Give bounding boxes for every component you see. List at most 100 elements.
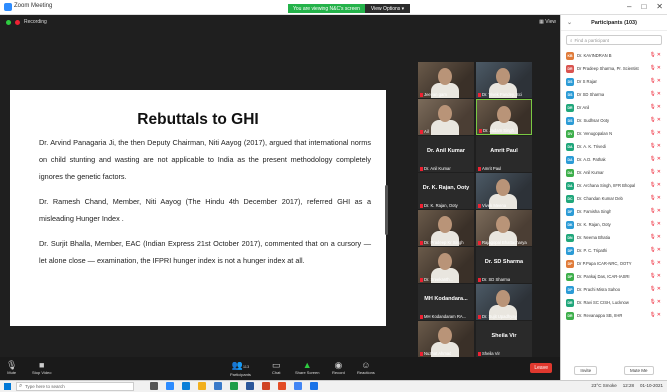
participant-row[interactable]: DP Dr. P. C. Tripathi 🎙✕ [561,244,667,257]
video-tile[interactable]: Dr. Anil Kumar Dr. Anil Kumar [418,136,474,172]
clock-time[interactable]: 12:28 [623,383,634,388]
muted-mic-icon [478,277,481,282]
chevron-down-icon[interactable]: ⌄ [567,19,572,26]
video-tile[interactable]: Ail [418,99,474,135]
participant-face [497,106,511,123]
video-tile[interactable]: Nuzhat Ahmad [418,321,474,357]
leave-button[interactable]: Leave [530,363,552,373]
participant-row[interactable]: DP Dr P.Papa ICAR-NRC, OOTY 🎙✕ [561,257,667,270]
video-tile[interactable]: Dr. Pradeep Kr Singh [418,210,474,246]
excel-icon[interactable] [230,382,238,390]
video-tile[interactable]: Vivek Meena [476,173,532,209]
video-tile[interactable]: Sheila Vir Sheila Vir [476,321,532,357]
participant-name: Dr. A.D. Pathak [577,157,606,162]
muted-status-icon: 🎙✕ [649,221,662,227]
participant-row[interactable]: DS Dr. Sudhsar Ooty 🎙✕ [561,114,667,127]
video-tile[interactable]: Dr. Sreekanth... [418,247,474,283]
stop-video-label: Stop Video [32,370,52,375]
video-tile[interactable]: Rajagopal Bhattacharya [476,210,532,246]
chat-button[interactable]: ▭ Chat [272,360,281,375]
participant-row[interactable]: DK Dr. K. Rajan, Ooty 🎙✕ [561,218,667,231]
participant-row[interactable]: DS Dr SD Sharma 🎙✕ [561,88,667,101]
windows-taskbar: Type here to search 23°C Smoke 12:28 01-… [0,380,667,392]
security-shield-icon[interactable] [6,19,11,25]
video-tile-display-name: Sheila Vir [491,333,517,339]
weather-status[interactable]: 23°C Smoke [591,383,616,388]
participant-face [496,216,510,233]
participant-row[interactable]: DA Dr. A.D. Pathak 🎙✕ [561,153,667,166]
participant-row[interactable]: DA Dr. Archana Singh, IIFR Bhopal 🎙✕ [561,179,667,192]
shared-content-scrollbar[interactable] [385,185,388,235]
clock-date[interactable]: 01-10-2021 [640,383,663,388]
video-tile[interactable]: Dr. K. Rajan, Ooty Dr. K. Rajan, Ooty [418,173,474,209]
reactions-button[interactable]: ☺ Reactions [357,360,375,375]
minimize-icon[interactable]: – [627,2,631,11]
search-icon: ⌕ [570,37,573,43]
participant-search-input[interactable]: ⌕ Find a participant [566,35,662,45]
video-tile[interactable]: Dr. Vivek Pandey, Sci [476,62,532,98]
store-icon[interactable] [214,382,222,390]
participant-row[interactable]: DS Dr S Rajan 🎙✕ [561,75,667,88]
muted-mic-icon [478,203,481,208]
powerpoint-icon[interactable] [262,382,270,390]
participant-row[interactable]: DP Dr. Prachi Misra Sahoo 🎙✕ [561,283,667,296]
close-icon[interactable]: ✕ [656,2,663,11]
participant-row[interactable]: DP Dr. Pankaj Das, ICAR-IASRI 🎙✕ [561,270,667,283]
maximize-icon[interactable]: □ [641,2,646,11]
invite-button[interactable]: Invite [574,366,598,375]
reactions-label: Reactions [357,370,375,375]
video-tile-caption: Amrit Paul [478,166,501,171]
video-tile[interactable]: Dr. Sujit Upadhyay [476,284,532,320]
video-tile[interactable]: Jeevan gam [418,62,474,98]
record-button[interactable]: ◉ Record [332,360,345,375]
participant-row[interactable]: DR Dr Pradeep Sharma, Pr. Scientist 🎙✕ [561,62,667,75]
share-screen-button[interactable]: ▲ Share Screen [295,360,319,375]
word-icon[interactable] [246,382,254,390]
participants-button[interactable]: 👥113 Participants [230,360,251,377]
pdf-reader-icon[interactable] [278,382,286,390]
mute-button[interactable]: 🎙 Mute [6,360,17,375]
video-tile-caption: Dr. Sujit Upadhyay [478,314,517,319]
participants-panel-footer: Invite Mute Me [561,366,667,375]
participant-name: Dr S Rajan [577,79,598,84]
video-tile[interactable]: MH Kodandara... MH Kodandaram RA... [418,284,474,320]
participant-face [438,253,452,270]
video-tile-caption: Dr. K. Rajan, Ooty [420,203,458,208]
participant-row[interactable]: DA Dr. A. K. Trivedi 🎙✕ [561,140,667,153]
muted-mic-icon [478,92,481,97]
edge-icon[interactable] [182,382,190,390]
record-label: Record [332,370,345,375]
muted-status-icon: 🎙✕ [649,130,662,136]
mute-me-button[interactable]: Mute Me [624,366,654,375]
task-view-icon[interactable] [150,382,158,390]
video-tile-display-name: Amrit Paul [490,148,518,154]
participant-row[interactable]: DA Dr. Anil Kumar 🎙✕ [561,166,667,179]
video-tile[interactable]: Amrit Paul Amrit Paul [476,136,532,172]
participant-row[interactable]: DN Dr. Neema Bhatia 🎙✕ [561,231,667,244]
participant-row[interactable]: DV Dr. Venugopalan N 🎙✕ [561,127,667,140]
system-tray: 23°C Smoke 12:28 01-10-2021 [591,383,663,388]
participant-row[interactable]: DF Dr. Famisha Singh 🎙✕ [561,205,667,218]
participant-row[interactable]: DR Dr. Ravi SC CISH, Lucknow 🎙✕ [561,296,667,309]
chrome-icon[interactable] [294,382,302,390]
view-options-button[interactable]: View Options ▾ [364,4,411,13]
participant-name: Dr. Ravi SC CISH, Lucknow [577,300,629,305]
video-tile[interactable]: Dr. Jadam Singh [476,99,532,135]
participant-row[interactable]: DR Dr. Revanappa SB, IIHR 🎙✕ [561,309,667,322]
avatar: DS [566,116,574,125]
video-tile[interactable]: Dr. SD Sharma Dr. SD Sharma [476,247,532,283]
participant-row[interactable]: KB Dr. KAVINDRAN B 🎙✕ [561,49,667,62]
avatar: DA [566,155,574,164]
outlook-icon[interactable] [310,382,318,390]
file-explorer-icon[interactable] [198,382,206,390]
participant-face [438,68,452,85]
participant-row[interactable]: DR Dr Anil 🎙✕ [561,101,667,114]
windows-start-icon[interactable] [4,383,11,390]
zoom-taskbar-icon[interactable] [166,382,174,390]
video-tile-caption-text: MH Kodandaram RA... [424,314,467,319]
participant-name: Dr. Venugopalan N [577,131,613,136]
stop-video-button[interactable]: ■ Stop Video [32,360,52,375]
view-button[interactable]: ▦ View [539,19,556,25]
taskbar-search-input[interactable]: Type here to search [16,382,134,391]
participant-row[interactable]: DC Dr. Chandan Kumar Deb 🎙✕ [561,192,667,205]
